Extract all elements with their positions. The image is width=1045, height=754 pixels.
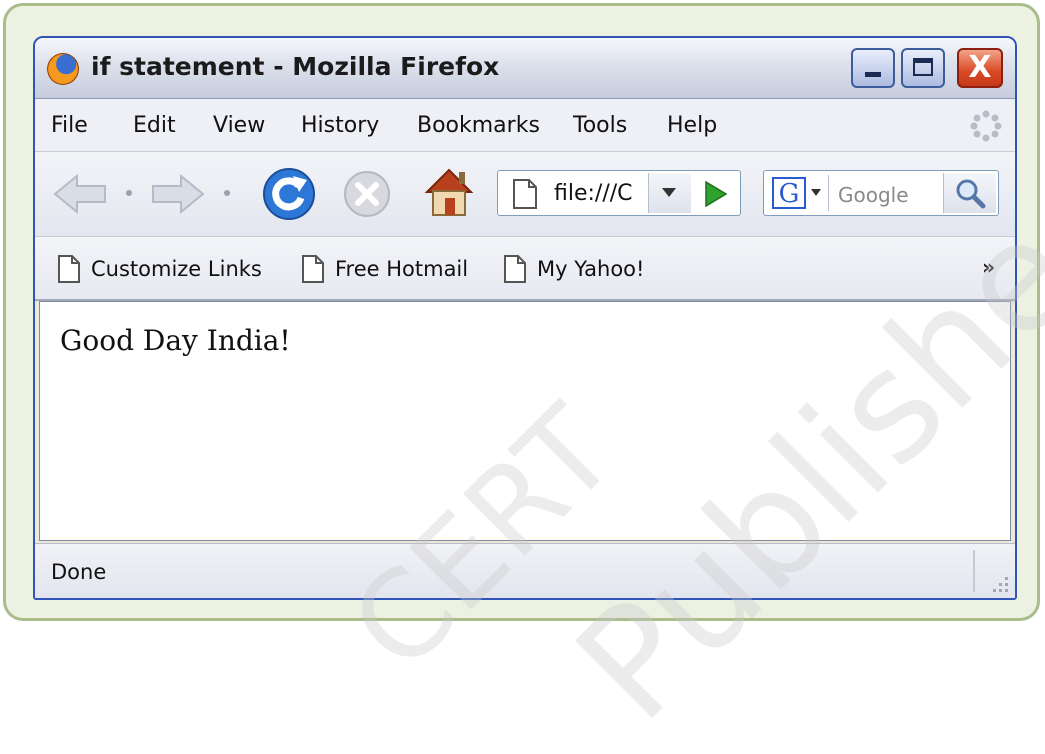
google-g-icon: G (772, 177, 806, 209)
window-title: if statement - Mozilla Firefox (91, 52, 500, 81)
status-bar: Done (35, 543, 1015, 598)
bookmark-my-yahoo[interactable]: My Yahoo! (503, 255, 683, 283)
status-text: Done (51, 560, 107, 584)
maximize-button[interactable] (901, 48, 945, 88)
menu-history[interactable]: History (301, 113, 379, 138)
bookmark-free-hotmail[interactable]: Free Hotmail (301, 255, 501, 283)
search-bar[interactable]: G Google (763, 170, 999, 216)
throbber-icon (970, 110, 1002, 142)
menu-bookmarks[interactable]: Bookmarks (417, 113, 540, 138)
bookmarks-toolbar: Customize Links Free Hotmail My Yahoo! » (35, 237, 1015, 301)
maximize-icon (913, 58, 933, 76)
bookmark-label: Free Hotmail (335, 257, 469, 281)
search-button[interactable] (943, 173, 996, 213)
minimize-icon (865, 72, 881, 77)
page-body-text: Good Day India! (60, 324, 291, 357)
back-history-dropdown-icon[interactable] (121, 186, 137, 200)
chevron-down-icon (662, 188, 676, 197)
home-icon[interactable] (421, 164, 477, 220)
navigation-toolbar: file:///C G Google (35, 152, 1015, 237)
page-content: Good Day India! (39, 301, 1011, 541)
search-engine-selector[interactable]: G (768, 175, 829, 211)
menu-bar: File Edit View History Bookmarks Tools H… (35, 99, 1015, 152)
page-icon (302, 255, 324, 283)
firefox-window: if statement - Mozilla Firefox X File Ed… (33, 36, 1017, 600)
menu-tools[interactable]: Tools (573, 113, 627, 138)
back-arrow-icon[interactable] (51, 172, 111, 216)
minimize-button[interactable] (851, 48, 895, 88)
stop-icon[interactable] (341, 168, 393, 220)
url-text[interactable]: file:///C (554, 181, 644, 206)
title-bar: if statement - Mozilla Firefox X (35, 38, 1015, 99)
bookmark-label: My Yahoo! (537, 257, 645, 281)
url-dropdown-button[interactable] (648, 173, 691, 213)
bookmark-label: Customize Links (91, 257, 262, 281)
forward-arrow-icon[interactable] (147, 172, 207, 216)
close-icon: X (968, 50, 992, 85)
menu-view[interactable]: View (213, 113, 265, 138)
bookmarks-overflow-chevron[interactable]: » (982, 255, 995, 279)
reload-icon[interactable] (261, 166, 317, 222)
go-button[interactable] (692, 173, 738, 213)
page-icon (504, 255, 526, 283)
magnifier-icon (956, 179, 986, 209)
menu-edit[interactable]: Edit (133, 113, 176, 138)
firefox-logo-icon (47, 53, 79, 85)
menu-file[interactable]: File (51, 113, 88, 138)
close-button[interactable]: X (957, 48, 1003, 88)
page-icon (513, 179, 537, 209)
page-icon (58, 255, 80, 283)
status-divider (973, 550, 975, 592)
menu-help[interactable]: Help (667, 113, 717, 138)
google-g-letter: G (779, 179, 800, 209)
url-bar[interactable]: file:///C (497, 170, 741, 216)
go-arrow-icon (705, 181, 728, 207)
search-placeholder[interactable]: Google (838, 183, 909, 207)
forward-history-dropdown-icon[interactable] (219, 186, 235, 200)
resize-grip-icon[interactable] (987, 571, 1011, 595)
bookmark-customize-links[interactable]: Customize Links (57, 255, 287, 283)
chevron-down-icon (811, 189, 821, 196)
